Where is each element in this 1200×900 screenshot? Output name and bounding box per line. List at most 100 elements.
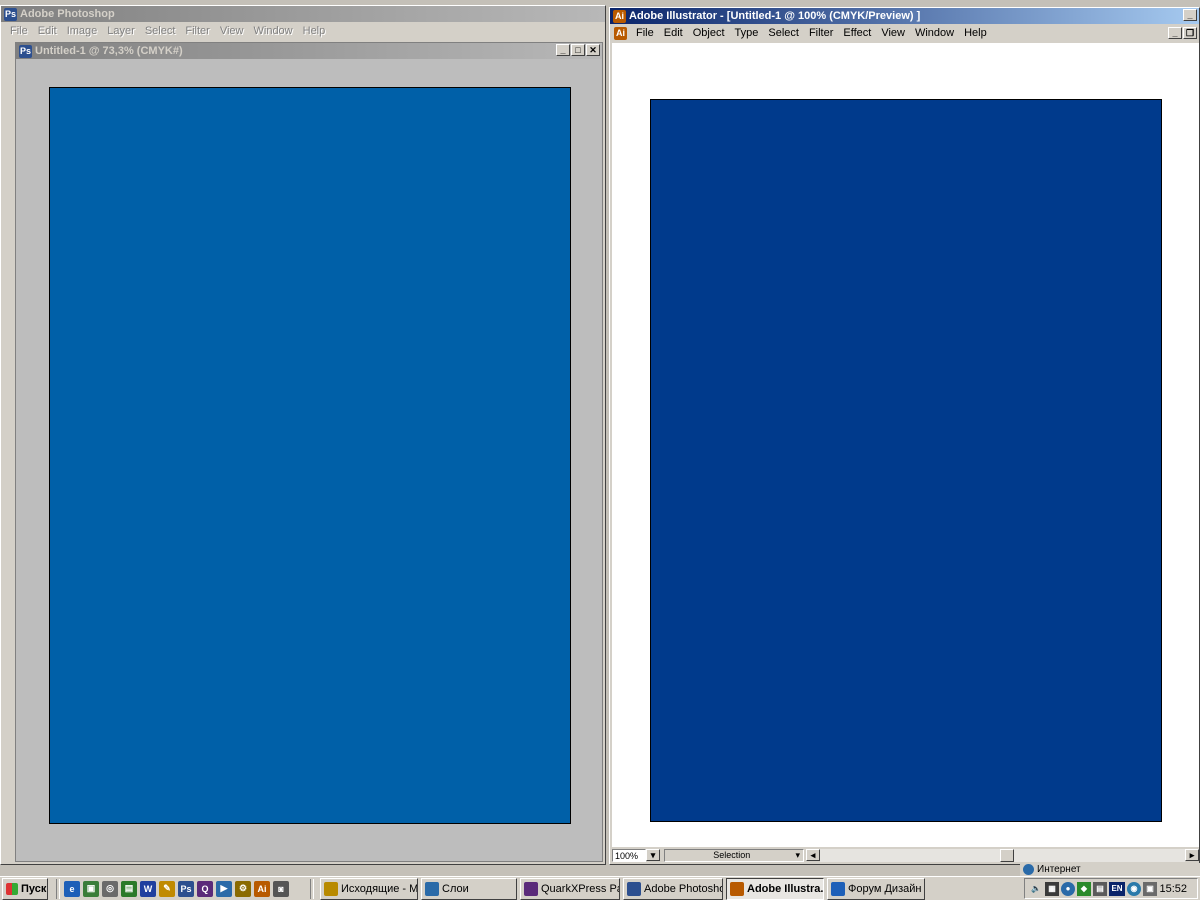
document-titlebar[interactable]: Ps Untitled-1 @ 73,3% (CMYK#) _ □ ✕ xyxy=(16,43,602,59)
illustrator-app-icon: Ai xyxy=(613,9,626,23)
illustrator-statusbar: 100% ▾ Selection ▾ ◂ ▸ xyxy=(612,847,1199,863)
outlook-icon xyxy=(324,881,338,896)
illustrator-menubar: Ai File Edit Object Type Select Filter Effect Vi… xyxy=(610,24,1199,42)
taskbar-button[interactable]: Adobe Photoshop xyxy=(623,877,723,900)
taskbar-button[interactable]: QuarkXPress Pa... xyxy=(520,877,620,900)
ai-menu-select[interactable]: Select xyxy=(763,27,804,39)
horizontal-scrollbar-track[interactable] xyxy=(820,848,1185,862)
clock[interactable]: 15:52 xyxy=(1159,883,1187,895)
globe-icon[interactable]: ● xyxy=(1061,881,1075,896)
desktop-icon[interactable]: ▣ xyxy=(83,880,99,897)
task-buttons: Исходящие - Mi... Слои QuarkXPress Pa... Ad… xyxy=(320,877,925,900)
pencil-icon[interactable]: ✎ xyxy=(159,880,175,897)
taskbar: Пуск e▣◎▤W✎PsQ▶⚙Ai◙ Исходящие - Mi...Сло… xyxy=(0,876,1200,900)
minimize-button[interactable]: _ xyxy=(1183,9,1197,21)
taskbar-button-label: Слои xyxy=(442,882,469,895)
illustrator-artboard[interactable] xyxy=(650,99,1162,822)
document-icon: Ps xyxy=(19,44,32,58)
start-button[interactable]: Пуск xyxy=(2,877,48,900)
illustrator-icon xyxy=(730,881,744,896)
ai-menu-window[interactable]: Window xyxy=(910,27,959,39)
photoshop-canvas[interactable] xyxy=(49,87,571,824)
taskbar-button-label: Исходящие - Mi... xyxy=(341,882,418,895)
ai-menu-file[interactable]: File xyxy=(631,27,659,39)
status-tool-label: Selection xyxy=(713,849,751,860)
zoom-field[interactable]: 100% xyxy=(612,848,646,862)
horizontal-scrollbar-thumb[interactable] xyxy=(1000,848,1014,862)
ai-menu-help[interactable]: Help xyxy=(959,27,992,39)
close-button[interactable]: ✕ xyxy=(586,44,600,56)
illustrator-titlebar[interactable]: Ai Adobe Illustrator - [Untitled-1 @ 100… xyxy=(610,8,1199,24)
ps-menu-select[interactable]: Select xyxy=(140,25,181,37)
photoshop-document-window: Ps Untitled-1 @ 73,3% (CMYK#) _ □ ✕ xyxy=(15,42,603,862)
clipboard-icon[interactable]: ▣ xyxy=(1143,881,1157,896)
ai-menu-object[interactable]: Object xyxy=(688,27,730,39)
document-menu-icon[interactable]: Ai xyxy=(614,26,627,40)
photoshop-window: Ps Adobe Photoshop File Edit Image Layer Sel… xyxy=(0,5,606,865)
zoom-dropdown-icon[interactable]: ▾ xyxy=(646,849,660,861)
ai-menu-filter[interactable]: Filter xyxy=(804,27,838,39)
taskbar-separator xyxy=(310,878,314,899)
taskbar-button[interactable]: Форум Дизайн ... xyxy=(827,877,925,900)
ie-zone-label: Интернет xyxy=(1037,864,1081,875)
scroll-left-button[interactable]: ◂ xyxy=(806,849,820,861)
status-tool-field[interactable]: Selection ▾ xyxy=(664,848,804,862)
ai-menu-type[interactable]: Type xyxy=(730,27,764,39)
photoshop-app-icon: Ps xyxy=(4,7,17,21)
ps-menu-edit[interactable]: Edit xyxy=(33,25,62,37)
gimp-icon[interactable]: ◙ xyxy=(273,880,289,897)
ps-menu-view[interactable]: View xyxy=(215,25,249,37)
illustrator-window: Ai Adobe Illustrator - [Untitled-1 @ 100… xyxy=(609,7,1200,865)
shield-icon[interactable]: ◆ xyxy=(1077,881,1091,896)
document-title: Untitled-1 @ 73,3% (CMYK#) xyxy=(35,45,183,57)
start-label: Пуск xyxy=(21,882,47,895)
ps-menu-file[interactable]: File xyxy=(5,25,33,37)
ps-menu-layer[interactable]: Layer xyxy=(102,25,140,37)
globe-icon xyxy=(1023,864,1034,875)
layers-icon xyxy=(425,881,439,896)
search-icon[interactable]: ◎ xyxy=(102,880,118,897)
taskbar-separator xyxy=(56,878,60,899)
doc-restore-button[interactable]: ❐ xyxy=(1183,27,1197,39)
maximize-button[interactable]: □ xyxy=(571,44,585,56)
photoshop-icon[interactable]: Ps xyxy=(178,880,194,897)
ie-icon xyxy=(831,881,845,896)
acrobat-icon[interactable]: ⚙ xyxy=(235,880,251,897)
doc-minimize-button[interactable]: _ xyxy=(1168,27,1182,39)
taskbar-button[interactable]: Adobe Illustra... xyxy=(726,877,824,900)
ps-menu-filter[interactable]: Filter xyxy=(180,25,214,37)
ps-menu-window[interactable]: Window xyxy=(249,25,298,37)
quark-icon xyxy=(524,881,538,896)
earth-icon[interactable]: ◉ xyxy=(1127,881,1141,896)
photoshop-icon xyxy=(627,881,641,896)
photoshop-titlebar[interactable]: Ps Adobe Photoshop xyxy=(1,6,605,22)
illustrator-canvas-area[interactable] xyxy=(612,43,1199,847)
ps-menu-help[interactable]: Help xyxy=(298,25,331,37)
quark-icon[interactable]: Q xyxy=(197,880,213,897)
network-icon[interactable]: ▦ xyxy=(1045,881,1059,896)
language-indicator[interactable]: EN xyxy=(1109,881,1125,896)
minimize-button[interactable]: _ xyxy=(556,44,570,56)
quick-launch: e ▣ ◎ ▤ W ✎ Ps Q ▶ ⚙ Ai ◙ xyxy=(64,880,310,897)
ps-menu-image[interactable]: Image xyxy=(62,25,103,37)
illustrator-icon[interactable]: Ai xyxy=(254,880,270,897)
taskbar-button[interactable]: Исходящие - Mi... xyxy=(320,877,418,900)
word-icon[interactable]: W xyxy=(140,880,156,897)
ai-menu-edit[interactable]: Edit xyxy=(659,27,688,39)
taskbar-button[interactable]: Слои xyxy=(421,877,517,900)
illustrator-app-title: Adobe Illustrator - [Untitled-1 @ 100% (… xyxy=(629,10,921,22)
media-icon[interactable]: ▶ xyxy=(216,880,232,897)
taskbar-button-label: Adobe Illustra... xyxy=(747,882,824,895)
ai-menu-effect[interactable]: Effect xyxy=(838,27,876,39)
scroll-right-button[interactable]: ▸ xyxy=(1185,849,1199,861)
taskbar-button-label: Форум Дизайн ... xyxy=(848,882,924,895)
volume-icon[interactable]: 🔈 xyxy=(1029,882,1043,896)
photoshop-menubar: File Edit Image Layer Select Filter View Window… xyxy=(1,22,605,40)
ie-icon[interactable]: e xyxy=(64,880,80,897)
printer-icon[interactable]: ▤ xyxy=(1093,881,1107,896)
ai-menu-view[interactable]: View xyxy=(876,27,910,39)
photoshop-app-title: Adobe Photoshop xyxy=(20,8,115,20)
taskbar-button-label: Adobe Photoshop xyxy=(644,882,723,895)
windows-logo-icon xyxy=(6,882,18,895)
image-icon[interactable]: ▤ xyxy=(121,880,137,897)
